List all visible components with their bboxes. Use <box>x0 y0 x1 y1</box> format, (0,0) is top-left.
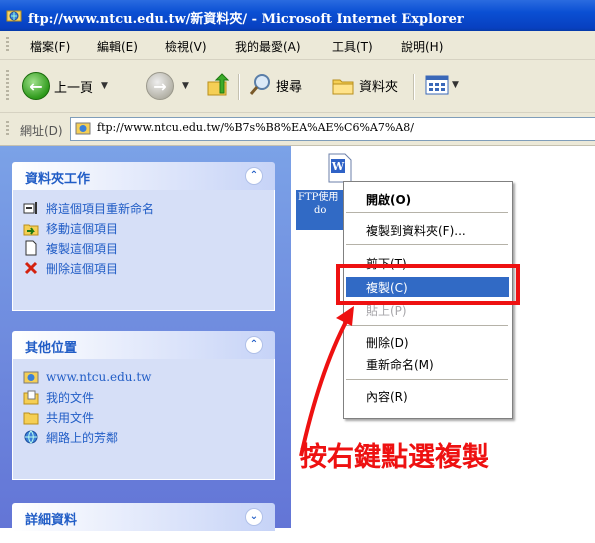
annotation-text: 按右鍵點選複製 <box>300 442 489 473</box>
annotation-arrow <box>299 306 354 457</box>
